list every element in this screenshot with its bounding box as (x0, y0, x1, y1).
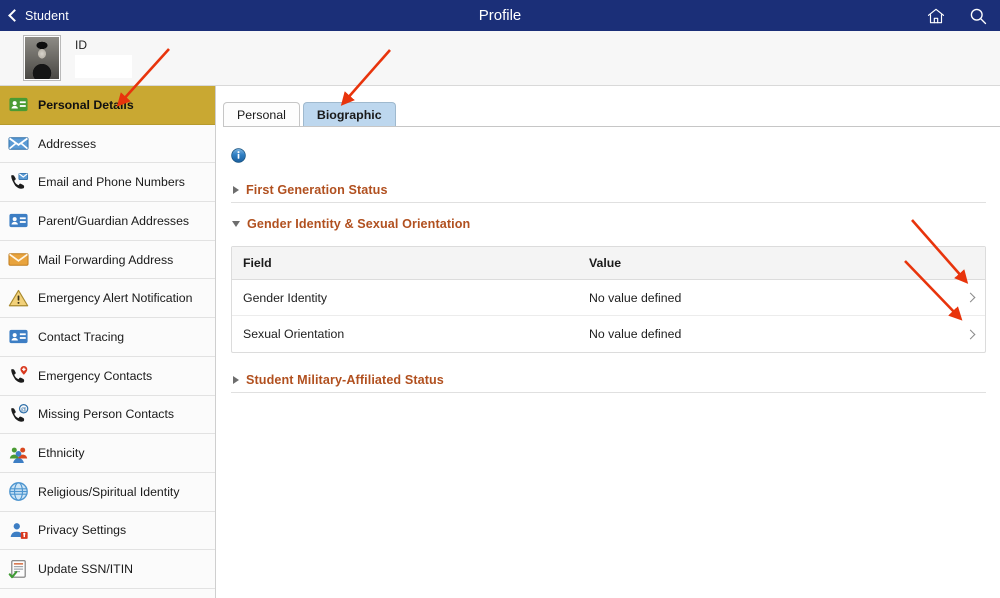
id-value (75, 55, 132, 78)
section-gender-identity-sexual-orientation[interactable]: Gender Identity & Sexual Orientation (231, 211, 986, 237)
sidebar-item-label: Mail Forwarding Address (38, 252, 174, 267)
sidebar-item-personal-details[interactable]: Personal Details (0, 86, 215, 125)
sidebar-item-religious-spiritual-identity[interactable]: Religious/Spiritual Identity (0, 472, 215, 512)
info-icon[interactable] (231, 147, 246, 163)
sidebar-item-label: Email and Phone Numbers (38, 175, 185, 190)
id-card-blue-icon (8, 326, 29, 347)
tab-personal-label: Personal (237, 108, 286, 122)
cell-field: Gender Identity (243, 290, 328, 305)
sidebar-item-label: Ethnicity (38, 446, 85, 461)
sidebar-item-label: Contact Tracing (38, 329, 125, 344)
chevron-right-icon (233, 185, 239, 194)
top-bar-actions (926, 0, 988, 31)
sidebar-item-label: Privacy Settings (38, 523, 127, 538)
sidebar-item-label: Parent/Guardian Addresses (38, 213, 190, 228)
chevron-right-icon (965, 292, 975, 303)
identity-strip: ID (0, 31, 1000, 86)
id-label: ID (75, 38, 87, 52)
envelope-blue-icon (8, 133, 29, 154)
sidebar-item-label: Emergency Contacts (38, 368, 153, 383)
cell-value: No value defined (589, 290, 682, 305)
table-row[interactable]: Gender Identity No value defined (232, 280, 985, 316)
sidebar-item-label: Missing Person Contacts (38, 407, 175, 422)
svg-text:@: @ (21, 407, 27, 413)
phone-email-icon (8, 172, 29, 193)
chevron-down-icon (232, 221, 240, 227)
warning-triangle-icon (8, 288, 29, 309)
tab-strip: Personal Biographic (217, 93, 1000, 127)
top-navigation-bar: Student Profile (0, 0, 1000, 31)
sidebar-item-privacy-settings[interactable]: Privacy Settings (0, 511, 215, 551)
home-icon[interactable] (926, 6, 946, 26)
sidebar-item-contact-tracing[interactable]: Contact Tracing (0, 318, 215, 357)
back-chevron-icon (8, 9, 21, 22)
table-header-row: Field Value (232, 247, 985, 280)
document-check-icon (8, 559, 29, 580)
sidebar-item-label: Religious/Spiritual Identity (38, 484, 180, 499)
sidebar-item-parent-guardian-addresses[interactable]: Parent/Guardian Addresses (0, 202, 215, 241)
profile-page: Student Profile ID Personal Details Addr… (0, 0, 1000, 598)
row-chevron[interactable] (955, 292, 985, 303)
back-button-label: Student (25, 8, 69, 23)
sidebar-navigation[interactable]: Personal Details Addresses Email and Phone… (0, 86, 216, 598)
envelope-orange-icon (8, 249, 29, 270)
chevron-right-icon (965, 329, 975, 339)
sidebar-item-addresses[interactable]: Addresses (0, 124, 215, 164)
tab-biographic-label: Biographic (316, 108, 382, 122)
section-title: First Generation Status (246, 182, 388, 197)
id-block: ID (75, 38, 132, 78)
section-title: Gender Identity & Sexual Orientation (247, 217, 471, 231)
sidebar-item-mail-forwarding-address[interactable]: Mail Forwarding Address (0, 240, 215, 280)
column-header-field: Field (243, 256, 272, 270)
cell-value: No value defined (589, 327, 682, 341)
sidebar-item-update-ssn-itin[interactable]: Update SSN/ITIN (0, 550, 215, 589)
sidebar-item-ethnicity[interactable]: Ethnicity (0, 434, 215, 473)
info-row (231, 141, 986, 169)
row-chevron[interactable] (955, 329, 985, 339)
avatar (23, 35, 61, 81)
main-content: Personal Biographic First Generation Sta… (217, 86, 1000, 598)
chevron-right-icon (233, 375, 239, 384)
phone-pin-icon (8, 365, 29, 386)
gender-identity-table: Field Value Gender Identity No value def… (231, 246, 986, 353)
student-photo (25, 37, 59, 79)
globe-icon (8, 481, 29, 502)
content-panel: First Generation Status Gender Identity … (217, 127, 1000, 393)
sidebar-item-emergency-contacts[interactable]: Emergency Contacts (0, 356, 215, 396)
person-lock-icon (8, 520, 29, 541)
table-row[interactable]: Sexual Orientation No value defined (232, 316, 985, 352)
back-button[interactable]: Student (0, 9, 180, 23)
column-header-value: Value (589, 256, 622, 270)
sidebar-item-email-and-phone-numbers[interactable]: Email and Phone Numbers (0, 163, 215, 203)
sidebar-item-label: Addresses (38, 136, 97, 151)
id-card-blue-icon (8, 210, 29, 231)
sidebar-item-emergency-alert-notification[interactable]: Emergency Alert Notification (0, 279, 215, 319)
section-first-generation-status[interactable]: First Generation Status (231, 177, 986, 203)
tab-personal[interactable]: Personal (223, 102, 300, 127)
search-icon[interactable] (968, 6, 988, 26)
tab-biographic[interactable]: Biographic (302, 102, 396, 127)
id-card-green-icon (8, 94, 29, 115)
phone-at-icon: @ (8, 403, 29, 425)
cell-field: Sexual Orientation (243, 327, 345, 341)
tab-underline (223, 126, 1000, 127)
sidebar-item-label: Emergency Alert Notification (38, 291, 193, 306)
sidebar-item-label: Update SSN/ITIN (38, 562, 133, 577)
section-student-military-affiliated-status[interactable]: Student Military-Affiliated Status (231, 367, 986, 393)
people-group-icon (8, 443, 29, 464)
section-title: Student Military-Affiliated Status (246, 372, 444, 387)
sidebar-item-label: Personal Details (38, 97, 134, 112)
sidebar-item-missing-person-contacts[interactable]: @ Missing Person Contacts (0, 395, 215, 435)
